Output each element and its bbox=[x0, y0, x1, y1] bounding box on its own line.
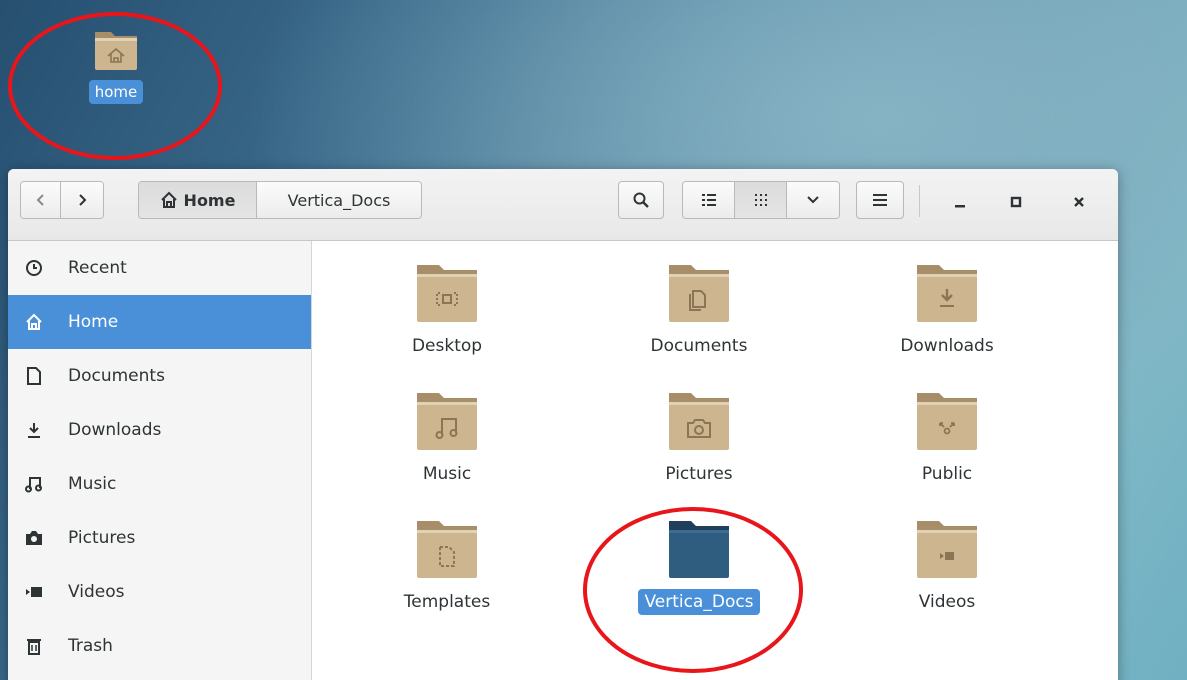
download-icon bbox=[28, 423, 40, 438]
file-item-public[interactable]: Public bbox=[857, 389, 1037, 487]
videos-folder-icon bbox=[917, 521, 977, 578]
file-item-documents[interactable]: Documents bbox=[609, 261, 789, 359]
headerbar: Home Vertica_Docs bbox=[8, 169, 1118, 241]
breadcrumb-current-label: Vertica_Docs bbox=[287, 190, 391, 210]
sidebar: Recent Home Documents Downloads Music Pi… bbox=[8, 241, 312, 680]
camera-icon bbox=[26, 531, 42, 545]
sidebar-item-label: Documents bbox=[68, 366, 165, 386]
close-button[interactable] bbox=[1064, 187, 1094, 217]
minimize-button[interactable] bbox=[945, 187, 975, 217]
file-item-vertica-docs[interactable]: Vertica_Docs bbox=[609, 517, 789, 615]
folder-icon bbox=[669, 521, 729, 578]
sidebar-item-label: Pictures bbox=[68, 528, 136, 548]
maximize-button[interactable] bbox=[1001, 187, 1031, 217]
video-icon bbox=[26, 587, 42, 597]
sidebar-item-downloads[interactable]: Downloads bbox=[8, 403, 311, 457]
sidebar-item-music[interactable]: Music bbox=[8, 457, 311, 511]
sidebar-item-documents[interactable]: Documents bbox=[8, 349, 311, 403]
file-item-label: Templates bbox=[403, 592, 491, 612]
hamburger-menu-icon bbox=[873, 194, 887, 206]
documents-folder-icon bbox=[669, 265, 729, 322]
home-icon bbox=[26, 313, 42, 330]
file-grid: Desktop Documents Downloads Music Pictur… bbox=[313, 241, 1118, 680]
grid-view-button[interactable] bbox=[735, 182, 787, 218]
home-folder-icon bbox=[95, 32, 137, 70]
chevron-down-icon bbox=[807, 196, 819, 204]
breadcrumb-home-label: Home bbox=[183, 190, 236, 210]
file-item-label: Public bbox=[921, 464, 973, 484]
sidebar-item-label: Music bbox=[68, 474, 117, 494]
sidebar-item-label: Videos bbox=[68, 582, 125, 602]
sidebar-item-label: Trash bbox=[68, 636, 113, 656]
list-view-button[interactable] bbox=[683, 182, 735, 218]
breadcrumb: Home Vertica_Docs bbox=[138, 181, 422, 219]
trash-icon bbox=[27, 639, 41, 655]
public-folder-icon bbox=[917, 393, 977, 450]
list-view-icon bbox=[701, 194, 716, 206]
file-item-templates[interactable]: Templates bbox=[357, 517, 537, 615]
clock-icon bbox=[26, 260, 42, 276]
file-item-pictures[interactable]: Pictures bbox=[609, 389, 789, 487]
sidebar-item-home[interactable]: Home bbox=[8, 295, 311, 349]
view-options-button[interactable] bbox=[787, 182, 839, 218]
sidebar-item-recent[interactable]: Recent bbox=[8, 241, 311, 295]
sidebar-item-label: Downloads bbox=[68, 420, 162, 440]
chevron-right-icon bbox=[79, 194, 87, 206]
file-item-label: Desktop bbox=[411, 336, 483, 356]
search-icon bbox=[633, 192, 649, 208]
desktop-home-label: home bbox=[88, 80, 144, 104]
sidebar-item-label: Recent bbox=[68, 258, 127, 278]
sidebar-item-videos[interactable]: Videos bbox=[8, 565, 311, 619]
downloads-folder-icon bbox=[917, 265, 977, 322]
file-item-label: Videos bbox=[918, 592, 976, 612]
nav-buttons bbox=[20, 181, 104, 219]
breadcrumb-vertica-docs[interactable]: Vertica_Docs bbox=[257, 182, 421, 218]
maximize-icon bbox=[1010, 196, 1022, 208]
breadcrumb-home[interactable]: Home bbox=[139, 182, 257, 218]
file-item-label: Music bbox=[422, 464, 472, 484]
headerbar-separator bbox=[919, 185, 920, 217]
close-icon bbox=[1074, 197, 1084, 207]
file-item-music[interactable]: Music bbox=[357, 389, 537, 487]
sidebar-item-trash[interactable]: Trash bbox=[8, 619, 311, 673]
music-icon bbox=[25, 477, 42, 493]
minimize-icon bbox=[955, 205, 965, 208]
grid-view-icon bbox=[754, 194, 767, 206]
forward-button[interactable] bbox=[61, 182, 103, 218]
file-item-label: Vertica_Docs bbox=[638, 589, 760, 615]
file-item-label: Pictures bbox=[665, 464, 733, 484]
pictures-folder-icon bbox=[669, 393, 729, 450]
sidebar-item-label: Home bbox=[68, 312, 119, 332]
sidebar-item-pictures[interactable]: Pictures bbox=[8, 511, 311, 565]
menu-button[interactable] bbox=[856, 181, 904, 219]
templates-folder-icon bbox=[417, 521, 477, 578]
document-icon bbox=[27, 367, 41, 385]
desktop-folder-icon bbox=[417, 265, 477, 322]
file-item-label: Downloads bbox=[900, 336, 994, 356]
file-item-desktop[interactable]: Desktop bbox=[357, 261, 537, 359]
file-item-downloads[interactable]: Downloads bbox=[857, 261, 1037, 359]
search-button[interactable] bbox=[618, 181, 664, 219]
desktop-home-folder[interactable]: home bbox=[78, 28, 154, 104]
chevron-left-icon bbox=[36, 194, 44, 206]
file-item-videos[interactable]: Videos bbox=[857, 517, 1037, 615]
file-manager-window: Home Vertica_Docs Recent Home Documents … bbox=[8, 169, 1118, 680]
back-button[interactable] bbox=[21, 182, 61, 218]
view-buttons bbox=[682, 181, 840, 219]
home-icon bbox=[160, 191, 177, 208]
music-folder-icon bbox=[417, 393, 477, 450]
file-item-label: Documents bbox=[650, 336, 748, 356]
